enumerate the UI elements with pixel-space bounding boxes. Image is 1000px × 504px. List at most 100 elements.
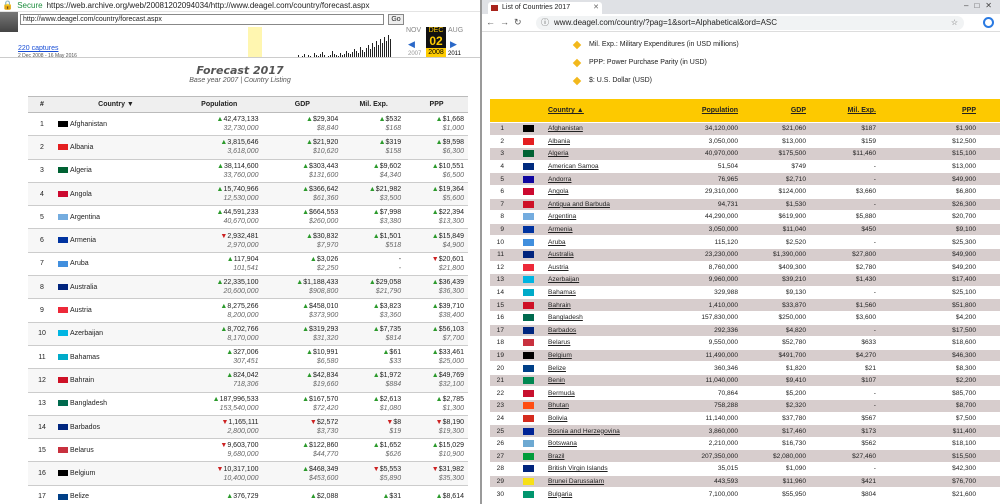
mil-exp-value: $1,430 bbox=[855, 276, 876, 284]
country-link[interactable]: Austria bbox=[548, 264, 678, 271]
country-link[interactable]: Bulgaria bbox=[548, 491, 678, 498]
sort-mil-exp-link[interactable]: Mil. Exp. bbox=[806, 107, 876, 114]
omnibox-url[interactable]: www.deagel.com/country/?pag=1&sort=Alpha… bbox=[554, 18, 777, 27]
prev-year[interactable]: 2007 bbox=[408, 51, 421, 57]
value-2017: $36,439 bbox=[438, 279, 464, 287]
country-link[interactable]: Belize bbox=[548, 365, 678, 372]
back-icon[interactable]: ← bbox=[486, 17, 495, 27]
country-link[interactable]: Belize bbox=[70, 493, 89, 500]
country-link[interactable]: Brunei Darussalam bbox=[548, 478, 678, 485]
forward-icon[interactable]: → bbox=[500, 17, 509, 27]
country-link[interactable]: Aruba bbox=[70, 260, 89, 267]
country-link[interactable]: Bermuda bbox=[548, 390, 678, 397]
bookmark-star-icon[interactable]: ☆ bbox=[951, 16, 958, 30]
country-link[interactable]: Bahamas bbox=[70, 354, 100, 361]
calendar-nav: NOV ◀ 2007 DEC 02 2008 AUG ▶ 2011 bbox=[406, 27, 476, 57]
value-2017: $39,710 bbox=[438, 302, 464, 310]
wayback-go-button[interactable]: Go bbox=[388, 14, 404, 25]
info-icon[interactable]: ⓘ bbox=[541, 16, 549, 30]
forecast-value: ▲$1,501 bbox=[342, 232, 401, 241]
country-link[interactable]: Armenia bbox=[548, 226, 678, 233]
country-link[interactable]: Bahrain bbox=[70, 377, 94, 384]
value-base-year: $626 bbox=[385, 451, 402, 459]
next-month[interactable]: AUG bbox=[448, 27, 463, 34]
chrome-profile-icon[interactable] bbox=[983, 17, 994, 28]
country-link[interactable]: Brazil bbox=[548, 453, 678, 460]
country-link[interactable]: Belarus bbox=[548, 339, 678, 346]
country-link[interactable]: Afghanistan bbox=[70, 121, 107, 128]
next-arrow-icon[interactable]: ▶ bbox=[450, 39, 457, 50]
country-link[interactable]: Barbados bbox=[548, 327, 678, 334]
country-link[interactable]: Botswana bbox=[548, 440, 678, 447]
country-link[interactable]: Azerbaijan bbox=[70, 330, 103, 337]
country-link[interactable]: Antigua and Barbuda bbox=[548, 201, 678, 208]
flag-icon bbox=[522, 289, 534, 297]
sort-gdp-link[interactable]: GDP bbox=[738, 107, 806, 114]
country-link[interactable]: Bangladesh bbox=[548, 314, 678, 321]
col-gdp[interactable]: GDP bbox=[262, 96, 343, 113]
flag-icon bbox=[522, 301, 534, 309]
sort-population-link[interactable]: Population bbox=[678, 107, 738, 114]
address-url[interactable]: https://web.archive.org/web/200812020940… bbox=[47, 1, 370, 10]
captures-sparkline[interactable] bbox=[88, 27, 402, 57]
country-link[interactable]: Argentina bbox=[70, 214, 100, 221]
country-link[interactable]: Albania bbox=[70, 144, 93, 151]
country-link[interactable]: Aruba bbox=[548, 239, 678, 246]
country-link[interactable]: Bahamas bbox=[548, 289, 678, 296]
prev-arrow-icon[interactable]: ◀ bbox=[408, 39, 415, 50]
close-tab-icon[interactable]: ✕ bbox=[593, 2, 599, 14]
country-link[interactable]: Bhutan bbox=[548, 402, 678, 409]
country-link[interactable]: Bangladesh bbox=[70, 400, 107, 407]
col-population[interactable]: Population bbox=[176, 96, 263, 113]
country-link[interactable]: Austria bbox=[70, 307, 92, 314]
next-year[interactable]: 2011 bbox=[448, 51, 461, 57]
country-link[interactable]: Belgium bbox=[548, 352, 678, 359]
window-controls[interactable]: –□✕ bbox=[964, 1, 998, 10]
prev-month[interactable]: NOV bbox=[406, 27, 421, 34]
country-link[interactable]: Australia bbox=[548, 251, 678, 258]
country-link[interactable]: Bahrain bbox=[548, 302, 678, 309]
address-bar[interactable]: 🔒 Secure https://web.archive.org/web/200… bbox=[0, 0, 480, 12]
capture-bar bbox=[350, 54, 351, 57]
country-link[interactable]: Azerbaijan bbox=[548, 276, 678, 283]
country-link[interactable]: Albania bbox=[548, 138, 678, 145]
country-link[interactable]: Argentina bbox=[548, 213, 678, 220]
trend-arrow-icon: ▲ bbox=[302, 325, 310, 333]
captures-link[interactable]: 220 captures bbox=[18, 45, 58, 52]
country-link[interactable]: Algeria bbox=[70, 167, 92, 174]
row-number: 14 bbox=[28, 415, 56, 440]
country-link[interactable]: Barbados bbox=[70, 424, 100, 431]
country-listing-link[interactable]: Country Listing bbox=[244, 77, 291, 84]
country-link[interactable]: Armenia bbox=[70, 237, 96, 244]
country-link[interactable]: Andorra bbox=[548, 176, 678, 183]
wayback-url-input[interactable]: http://www.deagel.com/country/forecast.a… bbox=[20, 14, 384, 25]
country-link[interactable]: Bosnia and Herzegovina bbox=[548, 428, 678, 435]
country-link[interactable]: Benin bbox=[548, 377, 678, 384]
col-ppp[interactable]: PPP bbox=[405, 96, 468, 113]
flag-icon bbox=[58, 353, 68, 360]
country-link[interactable]: Belarus bbox=[70, 447, 94, 454]
country-link[interactable]: Angola bbox=[548, 188, 678, 195]
trend-arrow-icon: ▲ bbox=[302, 442, 310, 450]
sort-ppp-link[interactable]: PPP bbox=[876, 107, 978, 114]
country-link[interactable]: Bolivia bbox=[548, 415, 678, 422]
country-link[interactable]: American Samoa bbox=[548, 163, 678, 170]
country-link[interactable]: Angola bbox=[70, 191, 92, 198]
country-link[interactable]: Algeria bbox=[548, 150, 678, 157]
col-country[interactable]: Country ▼ bbox=[56, 96, 176, 113]
forecast-value: ▲$2,088 bbox=[263, 492, 338, 501]
table-row: 9 Austria ▲8,275,266 8,200,000 ▲$458,010 $373… bbox=[28, 298, 468, 323]
col-mil-exp[interactable]: Mil. Exp. bbox=[342, 96, 406, 113]
country-link[interactable]: Afghanistan bbox=[548, 125, 678, 132]
flag-icon bbox=[522, 427, 534, 435]
country-link[interactable]: Belgium bbox=[70, 470, 95, 477]
country-link[interactable]: Australia bbox=[70, 284, 97, 291]
row-number: 7 bbox=[500, 200, 504, 208]
wayback-logo-icon[interactable] bbox=[0, 12, 18, 32]
omnibox[interactable]: ⓘ www.deagel.com/country/?pag=1&sort=Alp… bbox=[536, 16, 964, 30]
reload-icon[interactable]: ↻ bbox=[514, 17, 522, 28]
browser-tab[interactable]: List of Countries 2017 ✕ bbox=[488, 2, 602, 14]
row-number: 18 bbox=[496, 339, 504, 347]
sort-country-link[interactable]: Country ▲ bbox=[548, 107, 678, 114]
country-link[interactable]: British Virgin Islands bbox=[548, 465, 678, 472]
